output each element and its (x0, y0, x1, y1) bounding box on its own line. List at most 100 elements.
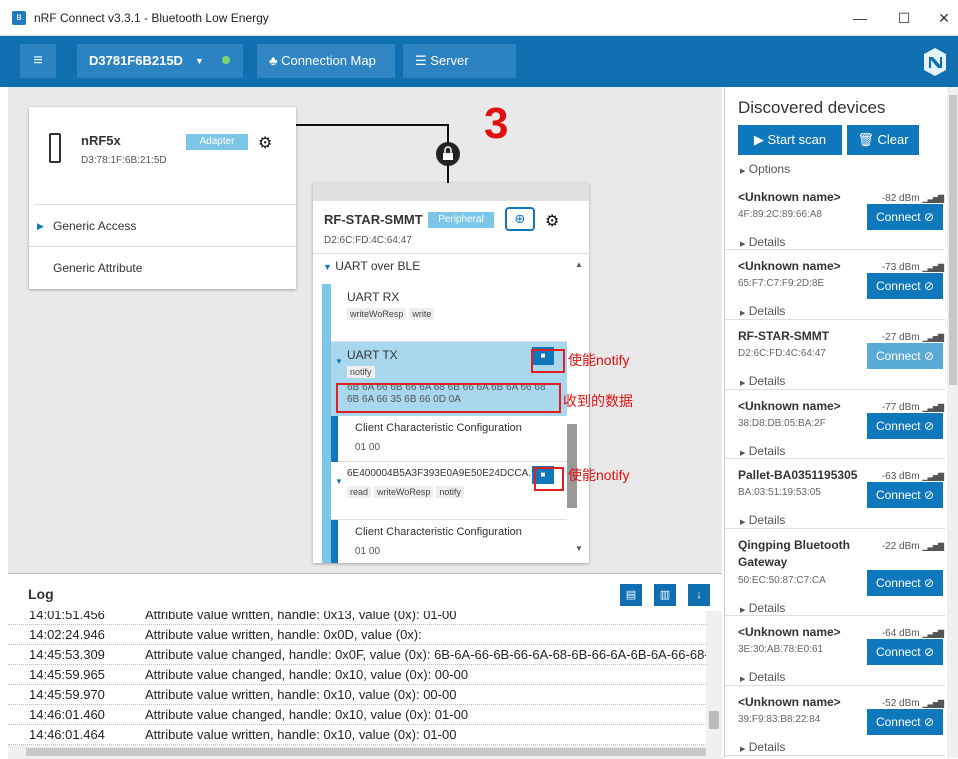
log-time: 14:45:59.970 (29, 687, 105, 702)
tab-connection-map-label: Connection Map (281, 53, 376, 68)
chevron-right-icon: ▶ (740, 676, 746, 683)
device-list-item[interactable]: <Unknown name> -52 dBm ▁▃▅▇ 39:F9:83:B8:22… (725, 686, 945, 756)
start-scan-label: Start scan (767, 132, 827, 147)
descriptor-cccd[interactable]: Client Characteristic Configuration 01 0… (331, 416, 567, 462)
device-list-item[interactable]: <Unknown name> -73 dBm ▁▃▅▇ 65:F7:C7:F9:2D… (725, 250, 945, 320)
details-toggle[interactable]: ▶ Details (740, 444, 785, 458)
minimize-button[interactable]: — (850, 8, 870, 28)
link-icon: ⊘ (923, 645, 935, 659)
connect-button[interactable]: Connect ⊘ (867, 570, 943, 596)
service-generic-attribute[interactable]: Generic Attribute (29, 246, 299, 288)
log-time: 14:46:01.464 (29, 727, 105, 742)
connect-button[interactable]: Connect ⊘ (867, 343, 943, 369)
connect-button[interactable]: Connect ⊘ (867, 273, 943, 299)
connect-button[interactable]: Connect ⊘ (867, 204, 943, 230)
connect-label: Connect (875, 210, 921, 224)
autoscroll-down-icon[interactable]: ↓ (688, 584, 710, 606)
details-toggle[interactable]: ▶ Details (740, 374, 785, 388)
device-selector[interactable]: D3781F6B215D ▼ (77, 44, 243, 78)
service-label: UART over BLE (335, 259, 421, 273)
details-toggle[interactable]: ▶ Details (740, 670, 785, 684)
options-toggle[interactable]: ▶ Options (740, 162, 790, 176)
connect-button[interactable]: Connect ⊘ (867, 639, 943, 665)
connect-button[interactable]: Connect ⊘ (867, 413, 943, 439)
characteristic-uart-rx[interactable]: UART RX writeWoResp write (331, 284, 567, 342)
details-toggle[interactable]: ▶ Details (740, 740, 785, 754)
scrollbar-thumb[interactable] (26, 748, 706, 756)
log-vertical-scrollbar[interactable] (706, 611, 722, 745)
discovered-devices-panel: Discovered devices ▶ Start scan 🗑 Clear … (724, 87, 958, 758)
rssi-value: -73 dBm ▁▃▅▇ (882, 262, 944, 273)
details-toggle[interactable]: ▶ Details (740, 513, 785, 527)
selected-device-label: D3781F6B215D (89, 53, 183, 68)
peripheral-address: D2:6C:FD:4C:64:47 (324, 235, 412, 246)
descriptor-value: 01 00 (355, 546, 381, 557)
annotation-box (336, 383, 561, 413)
device-name: <Unknown name> (738, 259, 841, 273)
connect-label: Connect (875, 576, 921, 590)
rssi-value: -27 dBm ▁▃▅▇ (882, 332, 944, 343)
descriptor-cccd[interactable]: Client Characteristic Configuration 01 0… (331, 520, 567, 563)
log-message: Attribute value written, handle: 0x13, v… (145, 611, 457, 622)
clear-label: Clear (877, 132, 909, 147)
connect-button[interactable]: Connect ⊘ (867, 709, 943, 735)
rssi-value: -22 dBm ▁▃▅▇ (882, 541, 944, 552)
peripheral-name: RF-STAR-SMMT (324, 212, 423, 227)
details-toggle[interactable]: ▶ Details (740, 235, 785, 249)
rssi-text: -52 dBm (881, 698, 920, 709)
device-list-item[interactable]: Pallet-BA0351195305 -63 dBm ▁▃▅▇ BA:03:51:… (725, 459, 945, 529)
bluetooth-disconnect-icon[interactable]: ⊕ (505, 207, 535, 231)
connect-label: Connect (875, 488, 921, 502)
prop-chip: write (409, 308, 435, 320)
maximize-button[interactable]: ☐ (894, 8, 914, 28)
scrollbar-thumb[interactable] (949, 95, 957, 385)
details-toggle[interactable]: ▶ Details (740, 304, 785, 318)
scroll-up-arrow[interactable]: ▲ (575, 260, 583, 269)
details-toggle[interactable]: ▶ Details (740, 601, 785, 615)
hamburger-menu-icon[interactable]: ≡ (20, 44, 56, 78)
open-log-file-icon[interactable]: ▤ (620, 584, 642, 606)
characteristic-props: notify (347, 364, 378, 378)
connect-button[interactable]: Connect ⊘ (867, 482, 943, 508)
options-label: Options (748, 162, 791, 176)
device-list-item[interactable]: RF-STAR-SMMT -27 dBm ▁▃▅▇ D2:6C:FD:4C:64:4… (725, 320, 945, 390)
device-name: <Unknown name> (738, 190, 841, 204)
device-list-item[interactable]: <Unknown name> -82 dBm ▁▃▅▇ 4F:89:2C:89:66… (725, 181, 945, 250)
device-address: 38:D8:DB:05:BA:2F (738, 418, 826, 429)
scrollbar-thumb[interactable] (709, 711, 719, 729)
signal-strength-icon: ▁▃▅▇ (922, 542, 944, 551)
clear-button[interactable]: 🗑 Clear (847, 125, 919, 155)
play-icon: ▶ (753, 132, 764, 147)
prop-chip: writeWoResp (374, 486, 434, 498)
tab-connection-map[interactable]: ♣ Connection Map (257, 44, 395, 78)
close-button[interactable]: ✕ (934, 8, 954, 28)
start-scan-button[interactable]: ▶ Start scan (738, 125, 842, 155)
characteristic-name: 6E400004B5A3F393E0A9E50E24DCCA... (347, 468, 532, 479)
descriptor-indicator (331, 416, 338, 462)
scroll-down-arrow[interactable]: ▼ (575, 544, 583, 553)
service-generic-access[interactable]: ▶ Generic Access (29, 204, 299, 246)
log-message: Attribute value changed, handle: 0x10, v… (145, 667, 469, 682)
device-list-item[interactable]: <Unknown name> -77 dBm ▁▃▅▇ 38:D8:DB:05:BA… (725, 390, 945, 459)
adapter-badge: Adapter (186, 134, 248, 150)
log-horizontal-scrollbar[interactable] (8, 745, 722, 759)
log-message: Attribute value written, handle: 0x0D, v… (145, 627, 422, 642)
service-uart-over-ble[interactable]: ▼ UART over BLE (323, 259, 420, 273)
rssi-text: -77 dBm (881, 402, 920, 413)
devices-scrollbar[interactable] (947, 87, 958, 758)
peripheral-settings-gear-icon[interactable]: ⚙ (545, 211, 559, 231)
device-list-item[interactable]: Qingping Bluetooth Gateway -22 dBm ▁▃▅▇ 50… (725, 529, 945, 616)
device-name: <Unknown name> (738, 399, 841, 413)
annotation-received-data: 收到的数据 (563, 393, 633, 409)
device-name: <Unknown name> (738, 625, 841, 639)
clear-log-icon[interactable]: ▥ (654, 584, 676, 606)
device-list-item[interactable]: <Unknown name> -64 dBm ▁▃▅▇ 3E:30:AB:78:E0… (725, 616, 945, 686)
tab-server-setup[interactable]: ☰ Server Setup (403, 44, 516, 102)
usb-dongle-icon (49, 133, 61, 163)
log-entries: 14:01:51.456 Attribute value written, han… (8, 611, 722, 759)
annotation-number: 3 (484, 99, 509, 148)
chevron-right-icon: ▶ (740, 746, 746, 753)
adapter-settings-gear-icon[interactable]: ⚙ (258, 133, 272, 153)
characteristic-6e400004[interactable]: ▼ 6E400004B5A3F393E0A9E50E24DCCA... read… (331, 462, 567, 520)
characteristic-name: UART RX (347, 290, 400, 304)
